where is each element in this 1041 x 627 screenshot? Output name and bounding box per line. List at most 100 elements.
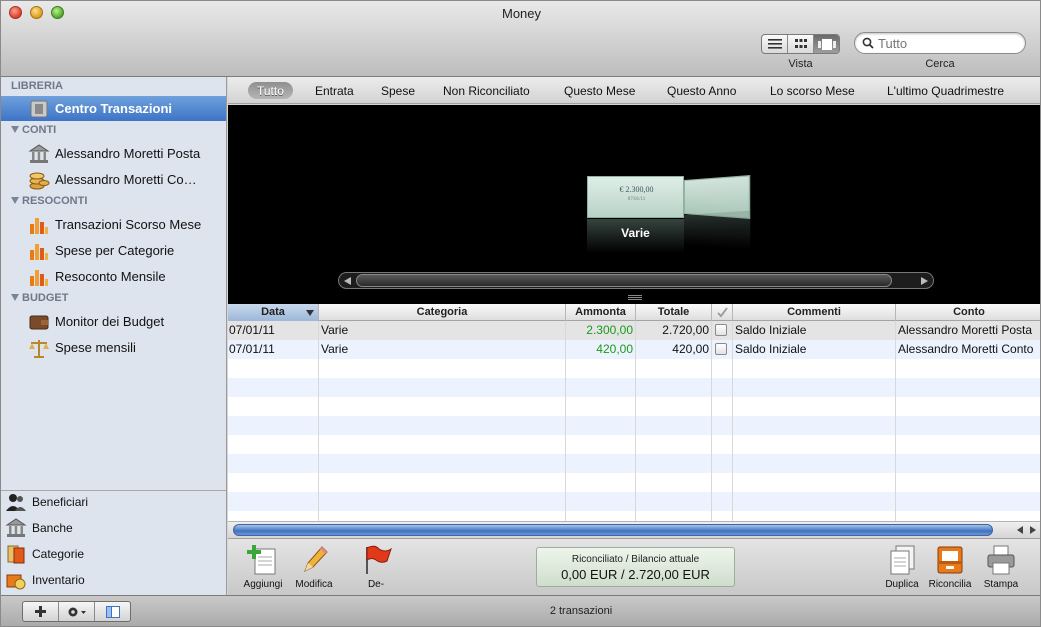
filter-spese[interactable]: Spese [372, 82, 424, 99]
filter-non-riconciliato[interactable]: Non Riconciliato [434, 82, 539, 99]
column-divider [711, 321, 712, 521]
plus-icon [35, 606, 46, 617]
cell-totale: 2.720,00 [662, 323, 709, 337]
edit-transaction-button[interactable]: Modifica [289, 543, 339, 590]
filter-scorso-mese[interactable]: Lo scorso Mese [761, 82, 864, 99]
column-header-commenti[interactable]: Commenti [733, 304, 896, 321]
status-bar: 2 transazioni [1, 595, 1040, 626]
add-transaction-button[interactable]: Aggiungi [238, 543, 288, 590]
folder-tabs-icon [7, 545, 25, 564]
sidebar-link-categorie[interactable]: Categorie [1, 541, 226, 567]
pencil-icon [304, 546, 328, 573]
scroll-right-icon[interactable] [921, 277, 928, 285]
section-title: RESOCONTI [22, 195, 88, 207]
split-view-divider[interactable] [228, 293, 1040, 304]
column-header-ammonta[interactable]: Ammonta [566, 304, 636, 321]
reconcile-button[interactable]: Riconcilia [925, 543, 975, 590]
sidebar-link-beneficiari[interactable]: Beneficiari [1, 489, 226, 515]
filter-tutto[interactable]: Tutto [248, 82, 293, 99]
sidebar-item-centro-transazioni[interactable]: Centro Transazioni [1, 96, 226, 121]
search-input[interactable] [878, 35, 1018, 51]
sidebar-item-label: Spese per Categorie [55, 243, 175, 258]
sidebar-item-label: Centro Transazioni [55, 101, 173, 116]
disclosure-triangle-icon [11, 126, 19, 133]
column-header-totale[interactable]: Totale [636, 304, 712, 321]
sidebar-link-label: Categorie [32, 547, 85, 561]
section-resoconti[interactable]: RESOCONTI [11, 195, 87, 207]
cell-totale: 420,00 [672, 342, 709, 356]
filter-questo-mese[interactable]: Questo Mese [555, 82, 644, 99]
flag-transaction-button[interactable]: De- [351, 543, 401, 590]
search-icon [862, 37, 874, 49]
cell-conto: Alessandro Moretti Conto [898, 342, 1034, 356]
table-scroll-thumb[interactable] [233, 524, 993, 536]
duplicate-icon [890, 545, 915, 575]
card-reflection [684, 210, 751, 250]
column-header-data[interactable]: Data [228, 304, 319, 321]
table-horizontal-scrollbar[interactable] [228, 521, 1040, 538]
app-window: Money Vista Cerca LIBRERIA Centro Transa… [0, 0, 1041, 627]
sidebar-link-banche[interactable]: Banche [1, 515, 226, 541]
coverflow-view-button[interactable] [814, 35, 839, 53]
scroll-right-icon[interactable] [1030, 526, 1036, 534]
sidebar-item-report-scorso-mese[interactable]: Transazioni Scorso Mese [1, 212, 226, 237]
cell-commenti: Saldo Iniziale [735, 342, 807, 356]
flag-icon [366, 545, 392, 574]
coverflow-scroll-thumb[interactable] [356, 274, 892, 287]
grid-view-button[interactable] [788, 35, 814, 53]
scroll-left-icon[interactable] [344, 277, 351, 285]
column-header-conto[interactable]: Conto [896, 304, 1040, 321]
sidebar-item-monitor-budget[interactable]: Monitor dei Budget [1, 309, 226, 334]
print-button[interactable]: Stampa [976, 543, 1026, 590]
tray-icon [937, 546, 963, 574]
filter-questo-anno[interactable]: Questo Anno [658, 82, 745, 99]
actions-menu-button[interactable] [59, 602, 95, 621]
table-header: Data Categoria Ammonta Totale Commenti C… [228, 304, 1040, 321]
section-budget[interactable]: BUDGET [11, 292, 68, 304]
header-label: Data [261, 306, 285, 318]
bar-chart-icon [30, 217, 48, 234]
transaction-card-selected[interactable]: € 2.300,00 07/01/11 [587, 176, 684, 218]
sidebar-item-account-posta[interactable]: Alessandro Moretti Posta [1, 141, 226, 166]
sidebar-item-report-mensile[interactable]: Resoconto Mensile [1, 264, 226, 289]
filter-ultimo-quadrimestre[interactable]: L'ultimo Quadrimestre [878, 82, 1013, 99]
action-label: Riconcilia [928, 579, 972, 590]
cell-commenti: Saldo Iniziale [735, 323, 807, 337]
scales-icon [29, 339, 49, 358]
printer-icon [987, 545, 1015, 575]
section-conti[interactable]: CONTI [11, 124, 56, 136]
card-date: 07/01/11 [627, 197, 646, 202]
search-field[interactable] [854, 32, 1026, 54]
toggle-panel-button[interactable] [95, 602, 130, 621]
sidebar-item-label: Transazioni Scorso Mese [55, 217, 202, 232]
sidebar-item-label: Alessandro Moretti Posta [55, 146, 201, 161]
sidebar-item-label: Spese mensili [55, 340, 136, 355]
list-icon [767, 39, 782, 49]
sidebar-item-account-conto[interactable]: Alessandro Moretti Co… [1, 167, 226, 192]
sidebar-item-spese-mensili[interactable]: Spese mensili [1, 335, 226, 360]
column-header-categoria[interactable]: Categoria [319, 304, 566, 321]
people-icon [6, 494, 26, 511]
sidebar-item-label: Alessandro Moretti Co… [55, 172, 197, 187]
add-button[interactable] [23, 602, 59, 621]
sidebar-link-inventario[interactable]: Inventario [1, 567, 226, 593]
column-header-reconciled[interactable] [712, 304, 733, 321]
bar-chart-icon [30, 243, 48, 260]
list-view-button[interactable] [762, 35, 788, 53]
filter-entrata[interactable]: Entrata [306, 82, 363, 99]
reconciled-checkbox[interactable] [715, 324, 727, 336]
sidebar-item-report-categorie[interactable]: Spese per Categorie [1, 238, 226, 263]
cell-ammonta: 2.300,00 [586, 323, 633, 337]
coverflow-scrollbar[interactable] [338, 272, 934, 289]
reconciled-checkbox[interactable] [715, 343, 727, 355]
scroll-left-icon[interactable] [1017, 526, 1023, 534]
duplicate-transaction-button[interactable]: Duplica [877, 543, 927, 590]
column-divider [635, 321, 636, 521]
column-divider [895, 321, 896, 521]
panel-icon [105, 605, 120, 618]
gear-icon [68, 607, 86, 616]
cell-categoria: Varie [321, 323, 349, 337]
balance-title: Riconciliato / Bilancio attuale [571, 554, 700, 565]
add-document-icon [247, 545, 276, 575]
coverflow-icon [817, 38, 836, 50]
